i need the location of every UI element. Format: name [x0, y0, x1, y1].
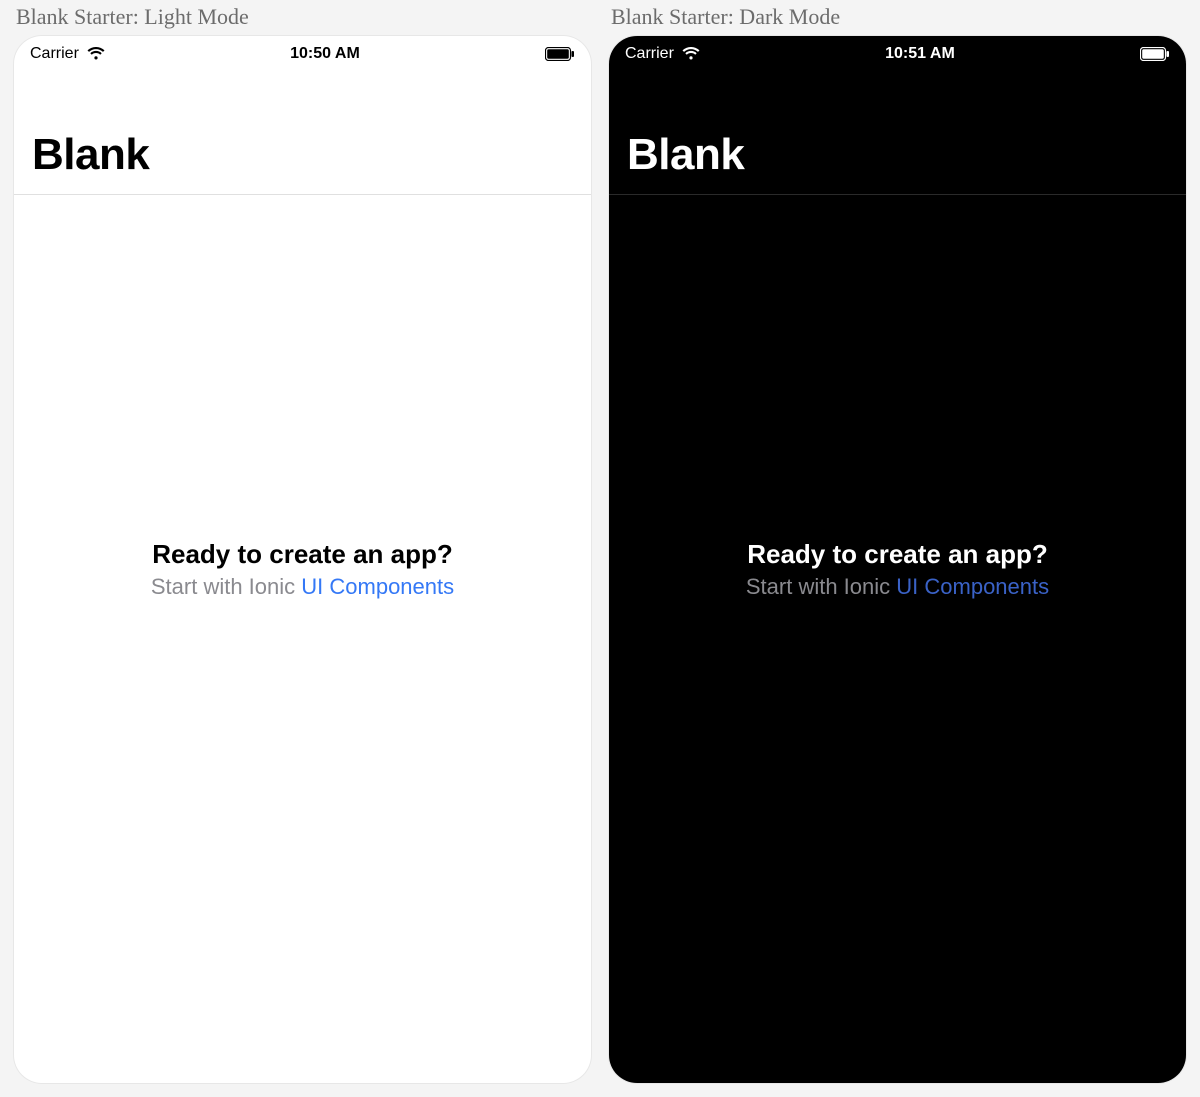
hero-heading: Ready to create an app?	[747, 539, 1048, 570]
hero-subline: Start with Ionic UI Components	[746, 574, 1049, 600]
main-content: Ready to create an app? Start with Ionic…	[609, 125, 1186, 1013]
wifi-icon	[87, 47, 105, 61]
clock-label: 10:51 AM	[700, 45, 1140, 63]
dark-column: Blank Starter: Dark Mode Carrier 10:51 A…	[609, 0, 1186, 1083]
wifi-icon	[682, 47, 700, 61]
light-column: Blank Starter: Light Mode Carrier 10:50 …	[14, 0, 591, 1083]
status-bar: Carrier 10:51 AM	[609, 36, 1186, 72]
carrier-label: Carrier	[30, 45, 79, 63]
phone-frame-dark: Carrier 10:51 AM Blank Ready to create a…	[609, 36, 1186, 1083]
hero-heading: Ready to create an app?	[152, 539, 453, 570]
caption-light: Blank Starter: Light Mode	[14, 0, 591, 36]
phone-frame-light: Carrier 10:50 AM Blank Ready to create a…	[14, 36, 591, 1083]
hero-subtext: Start with Ionic	[151, 574, 301, 599]
hero-subtext: Start with Ionic	[746, 574, 896, 599]
battery-icon	[545, 47, 575, 61]
status-bar: Carrier 10:50 AM	[14, 36, 591, 72]
main-content: Ready to create an app? Start with Ionic…	[14, 125, 591, 1013]
battery-icon	[1140, 47, 1170, 61]
hero-subline: Start with Ionic UI Components	[151, 574, 454, 600]
carrier-label: Carrier	[625, 45, 674, 63]
nav-collapsed-area	[609, 72, 1186, 124]
ui-components-link[interactable]: UI Components	[301, 574, 454, 599]
clock-label: 10:50 AM	[105, 45, 545, 63]
caption-dark: Blank Starter: Dark Mode	[609, 0, 1186, 36]
ui-components-link[interactable]: UI Components	[896, 574, 1049, 599]
nav-collapsed-area	[14, 72, 591, 124]
